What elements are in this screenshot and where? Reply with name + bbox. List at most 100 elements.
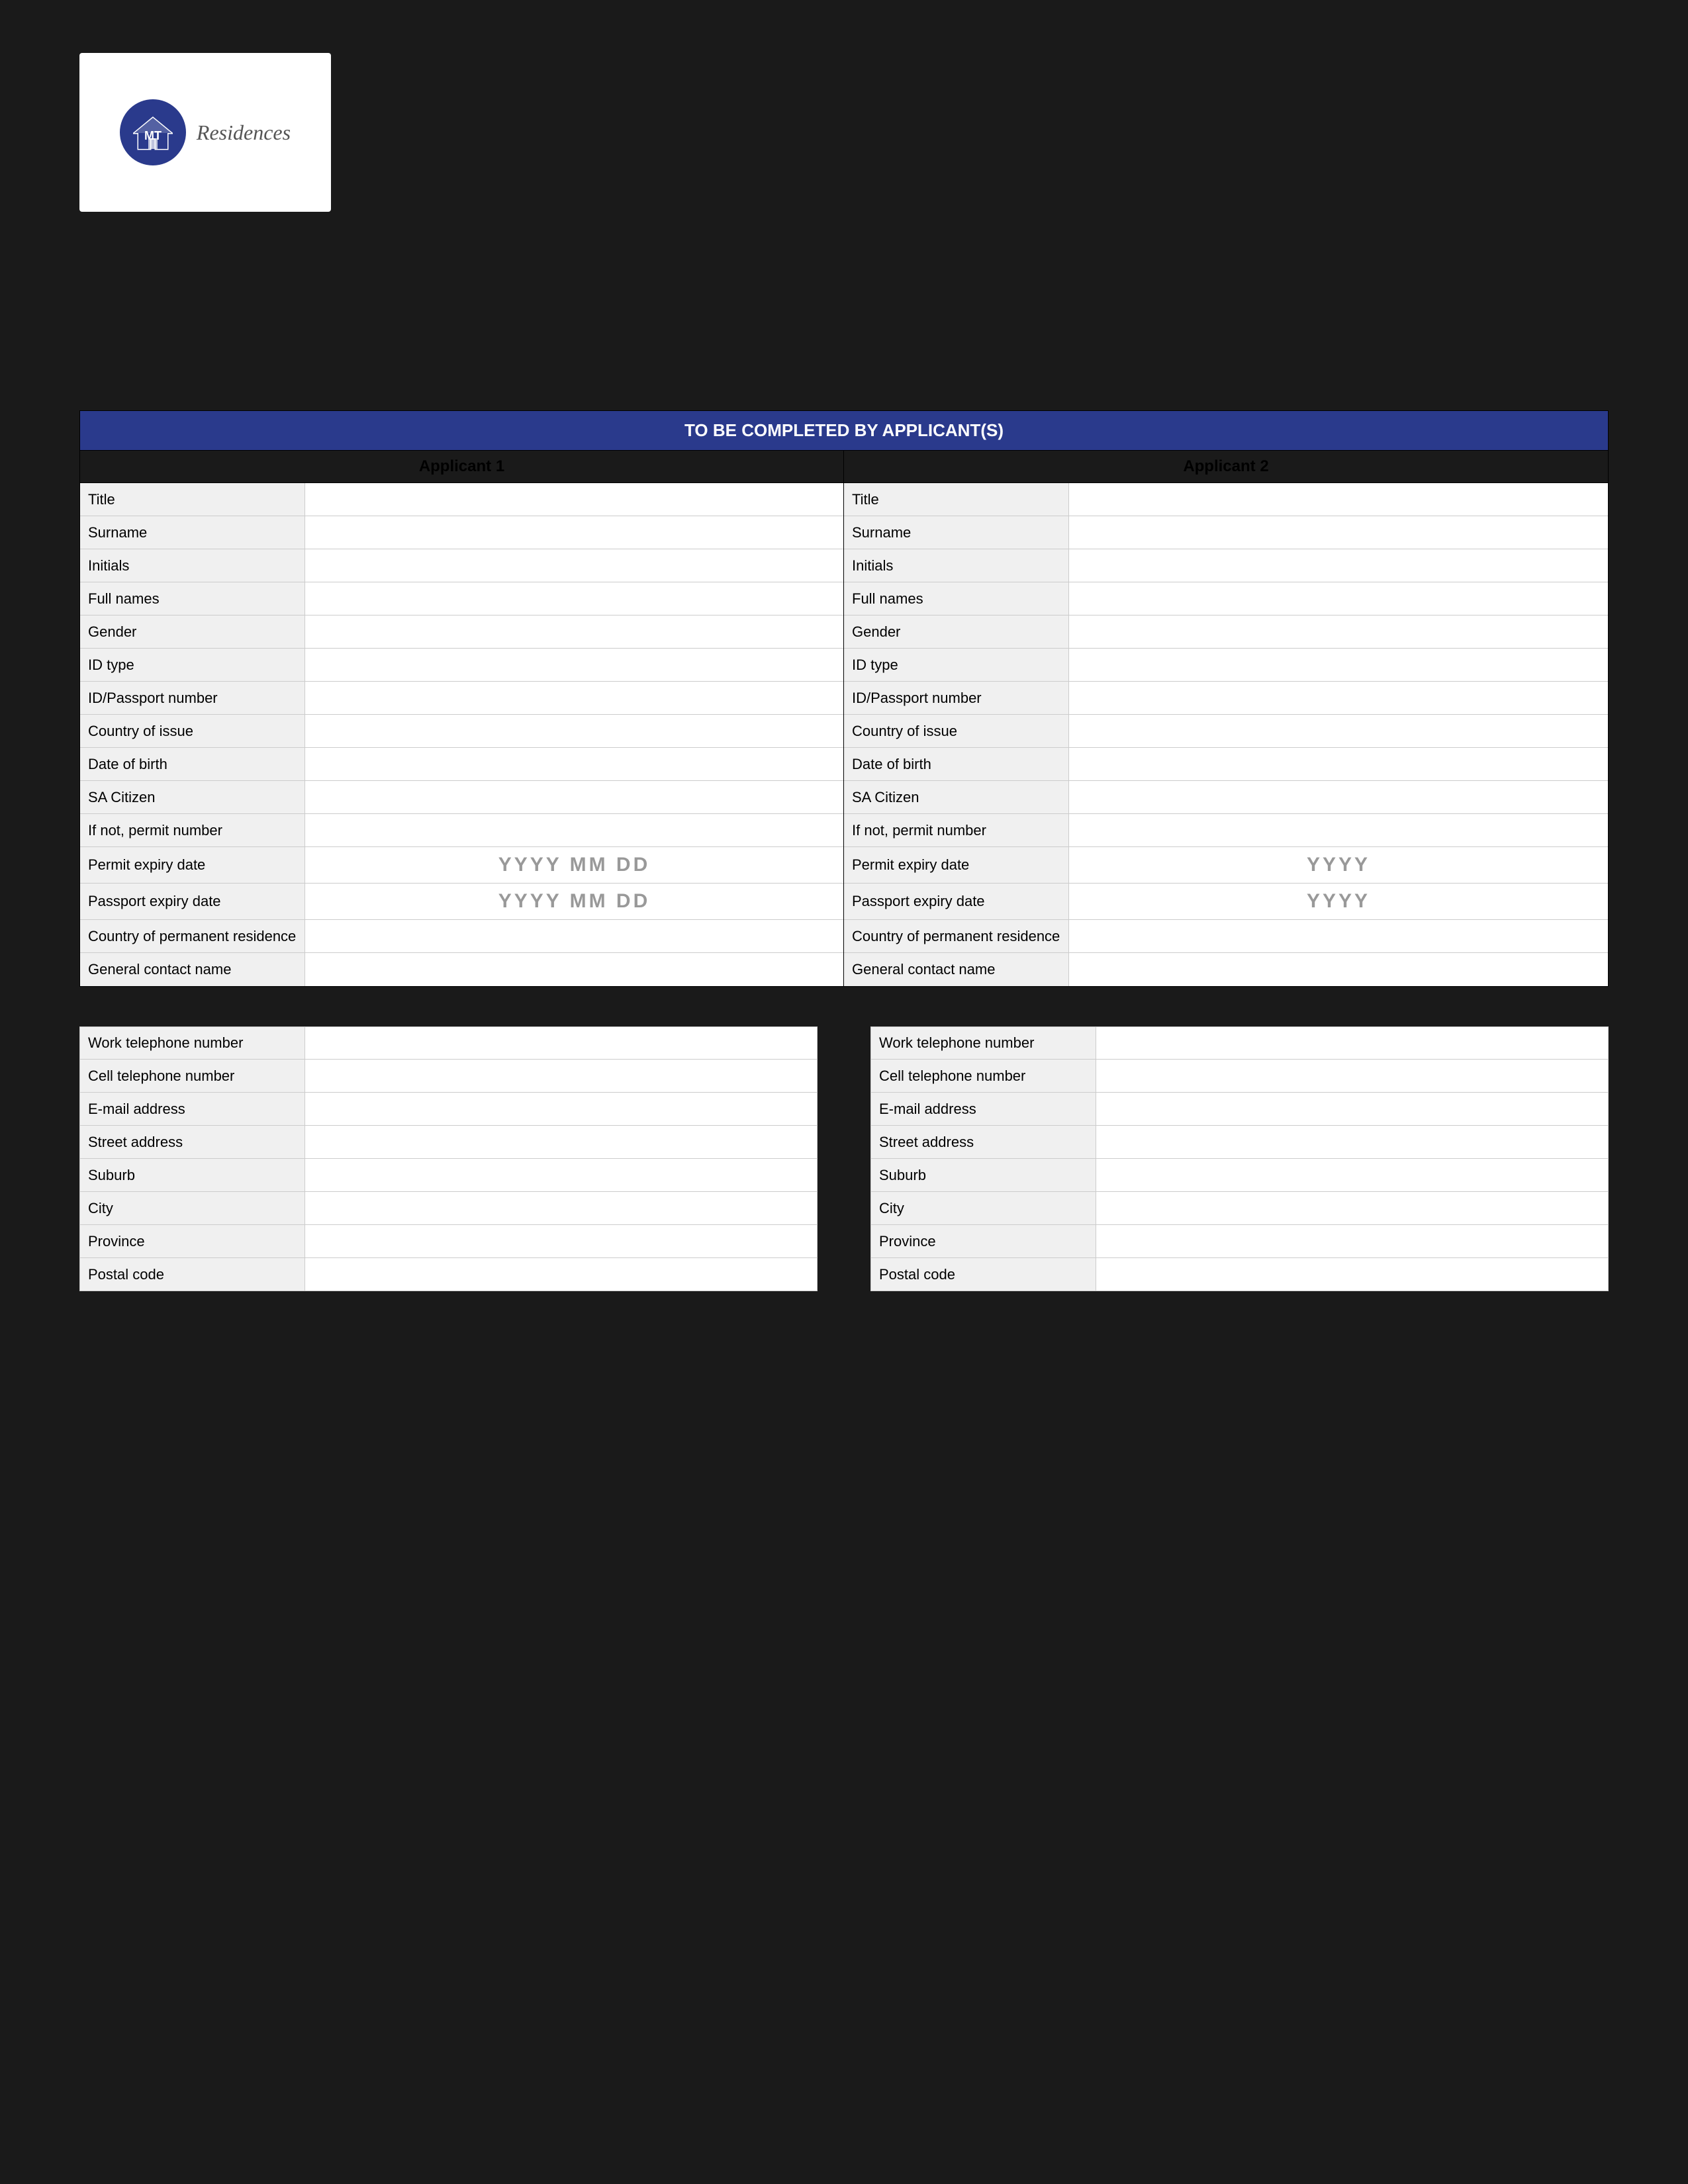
field-value-id-passport[interactable] — [305, 682, 843, 714]
field-value-contact-name[interactable] — [305, 953, 843, 986]
field-value-dob-2[interactable] — [1069, 748, 1608, 780]
field-row: Title — [80, 483, 843, 516]
field-label-passport-expiry: Passport expiry date — [80, 884, 305, 919]
contact-value-postal[interactable] — [305, 1258, 817, 1291]
applicant1-col: Title Surname Initials Full names — [80, 483, 844, 986]
field-value-permit-expiry[interactable]: YYYY MM DD — [305, 847, 843, 883]
field-row: Passport expiry date YYYY MM DD — [80, 884, 843, 920]
field-value-full-names-2[interactable] — [1069, 582, 1608, 615]
field-value-title[interactable] — [305, 483, 843, 516]
field-value-passport-expiry-2[interactable]: YYYY — [1069, 884, 1608, 919]
contact-value-work-tel[interactable] — [305, 1027, 817, 1059]
field-value-id-type[interactable] — [305, 649, 843, 681]
field-value-passport-expiry[interactable]: YYYY MM DD — [305, 884, 843, 919]
field-row: Permit expiry date YYYY MM DD — [80, 847, 843, 884]
contact-value-email-2[interactable] — [1096, 1093, 1608, 1125]
page: MT Residences TO BE COMPLETED BY APPLICA… — [0, 0, 1688, 2184]
field-row: General contact name — [80, 953, 843, 986]
field-label-id-type: ID type — [80, 649, 305, 681]
form-title: TO BE COMPLETED BY APPLICANT(S) — [79, 410, 1609, 451]
contact-label-postal: Postal code — [80, 1258, 305, 1291]
field-value-country-issue-2[interactable] — [1069, 715, 1608, 747]
contact-value-email[interactable] — [305, 1093, 817, 1125]
contact-field-row: Suburb — [79, 1159, 818, 1192]
field-label-country-perm-2: Country of permanent residence — [844, 920, 1069, 952]
contact-label-cell-tel-2: Cell telephone number — [871, 1060, 1096, 1092]
field-value-country-perm-2[interactable] — [1069, 920, 1608, 952]
field-row: Surname — [80, 516, 843, 549]
field-label-permit-expiry-2: Permit expiry date — [844, 847, 1069, 883]
contact-label-email: E-mail address — [80, 1093, 305, 1125]
contact-value-suburb-2[interactable] — [1096, 1159, 1608, 1191]
field-row: Surname — [844, 516, 1608, 549]
field-value-dob[interactable] — [305, 748, 843, 780]
field-value-permit-number[interactable] — [305, 814, 843, 846]
field-value-title-2[interactable] — [1069, 483, 1608, 516]
svg-text:MT: MT — [144, 129, 162, 142]
field-row: Country of permanent residence — [80, 920, 843, 953]
field-row: If not, permit number — [80, 814, 843, 847]
field-row: Full names — [844, 582, 1608, 615]
contact-value-province[interactable] — [305, 1225, 817, 1257]
contact-value-work-tel-2[interactable] — [1096, 1027, 1608, 1059]
contact-label-work-tel: Work telephone number — [80, 1027, 305, 1059]
field-value-id-passport-2[interactable] — [1069, 682, 1608, 714]
field-label-id-passport: ID/Passport number — [80, 682, 305, 714]
contact-value-city-2[interactable] — [1096, 1192, 1608, 1224]
field-label-full-names-2: Full names — [844, 582, 1069, 615]
field-row: Full names — [80, 582, 843, 615]
field-value-contact-name-2[interactable] — [1069, 953, 1608, 986]
field-value-surname[interactable] — [305, 516, 843, 549]
field-value-initials[interactable] — [305, 549, 843, 582]
contact-value-cell-tel[interactable] — [305, 1060, 817, 1092]
field-row: If not, permit number — [844, 814, 1608, 847]
contact-field-row: Street address — [870, 1126, 1609, 1159]
contact-field-row: E-mail address — [870, 1093, 1609, 1126]
field-value-gender-2[interactable] — [1069, 615, 1608, 648]
field-value-initials-2[interactable] — [1069, 549, 1608, 582]
contact-value-street[interactable] — [305, 1126, 817, 1158]
contact-value-postal-2[interactable] — [1096, 1258, 1608, 1291]
contact-value-city[interactable] — [305, 1192, 817, 1224]
field-row: Country of issue — [80, 715, 843, 748]
contact-value-province-2[interactable] — [1096, 1225, 1608, 1257]
field-value-surname-2[interactable] — [1069, 516, 1608, 549]
contact-label-province: Province — [80, 1225, 305, 1257]
field-row: ID type — [80, 649, 843, 682]
field-row: Gender — [844, 615, 1608, 649]
contact-field-row: Province — [79, 1225, 818, 1258]
applicant1-header: Applicant 1 — [80, 451, 844, 482]
logo-box: MT Residences — [79, 53, 331, 212]
field-value-permit-expiry-2[interactable]: YYYY — [1069, 847, 1608, 883]
applicant2-col: Title Surname Initials Full names — [844, 483, 1608, 986]
field-label-id-type-2: ID type — [844, 649, 1069, 681]
contact-label-street-2: Street address — [871, 1126, 1096, 1158]
contact-field-row: Suburb — [870, 1159, 1609, 1192]
field-label-contact-name-2: General contact name — [844, 953, 1069, 986]
field-label-sa-citizen-2: SA Citizen — [844, 781, 1069, 813]
field-value-sa-citizen[interactable] — [305, 781, 843, 813]
field-label-dob: Date of birth — [80, 748, 305, 780]
field-label-surname-2: Surname — [844, 516, 1069, 549]
contact-field-row: Postal code — [79, 1258, 818, 1291]
contact-value-suburb[interactable] — [305, 1159, 817, 1191]
field-label-sa-citizen: SA Citizen — [80, 781, 305, 813]
contact-value-cell-tel-2[interactable] — [1096, 1060, 1608, 1092]
field-value-gender[interactable] — [305, 615, 843, 648]
contact-label-city: City — [80, 1192, 305, 1224]
field-row: Passport expiry date YYYY — [844, 884, 1608, 920]
field-row: SA Citizen — [80, 781, 843, 814]
field-value-country-perm[interactable] — [305, 920, 843, 952]
field-value-sa-citizen-2[interactable] — [1069, 781, 1608, 813]
contact-value-street-2[interactable] — [1096, 1126, 1608, 1158]
field-label-full-names: Full names — [80, 582, 305, 615]
field-value-country-issue[interactable] — [305, 715, 843, 747]
applicant2-header: Applicant 2 — [844, 451, 1608, 482]
contact-label-suburb: Suburb — [80, 1159, 305, 1191]
field-row: SA Citizen — [844, 781, 1608, 814]
field-value-full-names[interactable] — [305, 582, 843, 615]
field-row: ID type — [844, 649, 1608, 682]
field-value-id-type-2[interactable] — [1069, 649, 1608, 681]
field-label-title: Title — [80, 483, 305, 516]
field-value-permit-number-2[interactable] — [1069, 814, 1608, 846]
